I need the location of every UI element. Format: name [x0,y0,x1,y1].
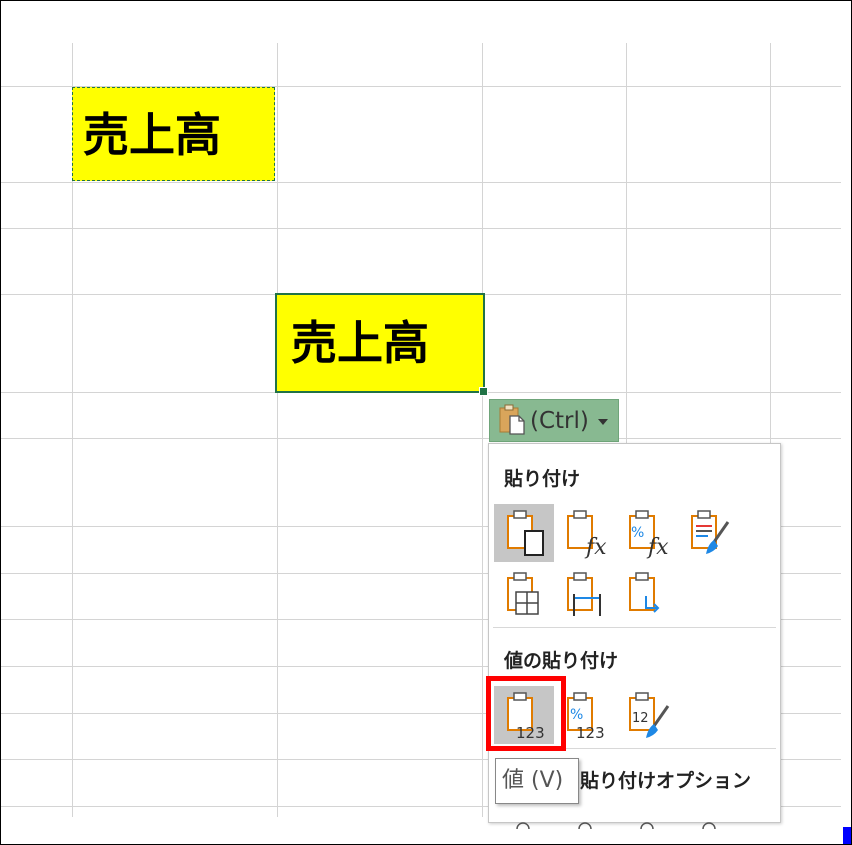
paste-formulas-number-format-icon[interactable]: % fx [618,504,678,562]
more-paste-icons-row [511,814,781,830]
svg-text:123: 123 [576,724,605,742]
grid-line [277,43,278,817]
dropdown-arrow-icon [597,418,608,425]
svg-text:12: 12 [632,711,649,726]
no-borders-icon[interactable] [494,566,554,624]
grid-line [1,438,841,439]
svg-text:%: % [570,707,583,723]
svg-text:fx: fx [646,535,669,560]
highlight-box [486,676,566,751]
paste-formulas-icon[interactable]: fx [556,504,616,562]
fill-handle[interactable] [479,387,488,396]
transpose-icon[interactable] [618,566,678,624]
clipboard-icon [498,403,526,439]
paste-options-button[interactable]: (Ctrl) [489,399,619,442]
keep-column-widths-icon[interactable] [556,566,616,624]
section-title-paste-values: 値の貼り付け [504,650,619,672]
paste-options-label: (Ctrl) [530,407,589,434]
menu-separator [493,627,776,628]
paste-icon[interactable] [494,504,554,562]
spreadsheet-window: 売上高 売上高 (Ctrl) 貼り付け fx % fx 値の貼り付け 123 %… [0,0,852,845]
values-source-formatting-icon[interactable]: 12 [618,686,678,744]
pasted-cell[interactable]: 売上高 [275,293,485,393]
svg-text:fx: fx [584,535,607,560]
cursor-marker [843,827,851,844]
keep-source-formatting-icon[interactable] [680,504,740,562]
copied-cell[interactable]: 売上高 [72,87,275,181]
grid-line [482,43,483,817]
svg-text:%: % [631,525,644,541]
grid-line [1,182,841,183]
grid-line [1,228,841,229]
tooltip: 値 (V) [495,758,579,804]
section-title-paste: 貼り付け [504,468,581,490]
